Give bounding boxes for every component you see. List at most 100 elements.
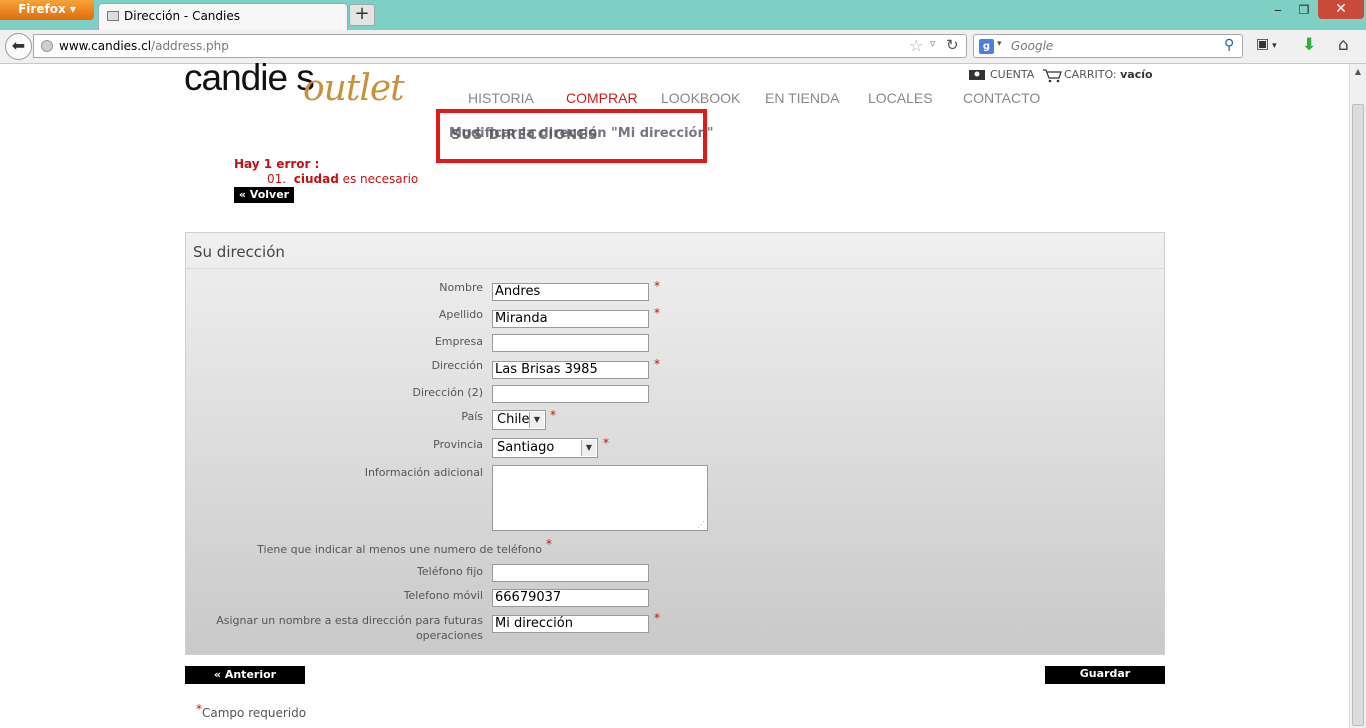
tel-movil-field[interactable]: 66679037 <box>492 589 649 607</box>
nombre-field[interactable]: Andres <box>492 283 649 301</box>
globe-icon <box>41 40 53 52</box>
downloads-button[interactable]: ⬇ <box>1302 35 1316 55</box>
anterior-button[interactable]: « Anterior <box>185 666 305 684</box>
menu-locales[interactable]: LOCALES <box>868 90 933 106</box>
tab-title: Dirección - Candies <box>124 9 240 23</box>
error-title: Hay 1 error : <box>234 157 320 171</box>
form-title: Su dirección <box>193 243 285 261</box>
vertical-scrollbar[interactable]: ▲ <box>1349 64 1366 728</box>
new-tab-button[interactable]: + <box>349 4 375 26</box>
provincia-value: Santiago <box>497 440 555 455</box>
url-host: www.candies.cl <box>59 39 152 53</box>
nombre-label: Nombre <box>439 281 483 294</box>
minimize-button[interactable]: ‒ <box>1266 2 1290 18</box>
tel-fijo-field[interactable] <box>492 564 649 582</box>
empresa-field[interactable] <box>492 334 649 352</box>
history-dropdown-icon[interactable]: ▿ <box>930 37 936 50</box>
direccion2-label: Dirección (2) <box>412 386 483 399</box>
close-window-button[interactable]: ✕ <box>1318 0 1364 19</box>
url-path: /address.php <box>151 39 229 53</box>
required-note: *Campo requerido <box>196 702 307 720</box>
required-mark: * <box>546 537 552 551</box>
download-arrow-icon: ⬇ <box>1302 35 1317 55</box>
menu-en-tienda[interactable]: EN TIENDA <box>765 90 839 106</box>
pais-label: País <box>461 410 483 423</box>
search-engine-dropdown-icon[interactable]: ▾ <box>997 39 1002 49</box>
restore-button[interactable]: ❐ <box>1292 2 1316 18</box>
account-label: CUENTA <box>990 68 1035 81</box>
site-logo[interactable]: candie s <box>184 57 315 99</box>
direccion2-field[interactable] <box>492 385 649 403</box>
error-field: ciudad <box>293 172 339 186</box>
bookmarks-menu-button[interactable]: ▣ ▾ <box>1256 36 1286 56</box>
error-item: 01. ciudad es necesario <box>267 172 418 186</box>
menu-lookbook[interactable]: LOOKBOOK <box>661 90 740 106</box>
info-label: Información adicional <box>364 466 483 479</box>
cart-value: vacío <box>1120 68 1153 81</box>
reload-icon[interactable]: ↻ <box>946 36 959 54</box>
apellido-field[interactable]: Miranda <box>492 310 649 328</box>
resize-grip-icon[interactable]: ⋰ <box>697 520 705 529</box>
provincia-label: Provincia <box>433 438 483 451</box>
chevron-down-icon[interactable]: ▼ <box>529 412 544 428</box>
bookmark-star-icon[interactable]: ☆ <box>909 36 923 55</box>
tel-fijo-label: Teléfono fijo <box>417 565 483 578</box>
menu-comprar[interactable]: COMPRAR <box>566 90 638 106</box>
alias-label-line2: operaciones <box>415 629 483 642</box>
bookmarks-icon: ▣ <box>1256 36 1270 52</box>
search-bar[interactable]: g ▾ Google ⚲ <box>973 34 1243 58</box>
required-mark: * <box>654 357 660 371</box>
back-button[interactable]: ⬅ <box>5 33 32 60</box>
scrollbar-thumb[interactable] <box>1352 104 1364 726</box>
alias-label-line1: Asignar un nombre a esta dirección para … <box>216 614 483 627</box>
direccion-field[interactable]: Las Brisas 3985 <box>492 361 649 379</box>
cart-icon <box>1042 69 1062 83</box>
cart-label: CARRITO: <box>1064 68 1117 81</box>
direccion-label: Dirección <box>431 359 483 372</box>
required-mark: * <box>654 306 660 320</box>
menu-contacto[interactable]: CONTACTO <box>963 90 1040 106</box>
required-mark: * <box>654 611 660 625</box>
back-arrow-icon: ⬅ <box>11 36 26 55</box>
highlight-annotation-box <box>436 109 707 163</box>
phone-required-note: Tiene que indicar al menos une numero de… <box>257 543 542 556</box>
required-note-text: Campo requerido <box>202 706 307 720</box>
search-input[interactable]: Google <box>1011 39 1053 53</box>
empresa-label: Empresa <box>434 335 483 348</box>
firefox-menu-button[interactable]: Firefox ▾ <box>0 0 94 20</box>
chevron-down-icon: ▾ <box>1269 41 1277 51</box>
url-bar[interactable]: www.candies.cl/address.php ☆ ▿ ↻ <box>33 34 967 58</box>
alias-field[interactable]: Mi dirección <box>492 615 649 633</box>
info-textarea[interactable]: ⋰ <box>492 465 708 531</box>
error-number: 01. <box>267 172 287 186</box>
account-link[interactable]: CUENTA <box>968 68 1034 81</box>
google-icon[interactable]: g <box>979 39 994 54</box>
form-divider <box>185 268 1165 269</box>
volver-button[interactable]: « Volver <box>234 187 294 203</box>
search-icon[interactable]: ⚲ <box>1224 37 1234 53</box>
firefox-menu-label: Firefox <box>18 2 66 16</box>
tel-movil-label: Telefono móvil <box>403 589 483 602</box>
error-text: es necesario <box>342 172 419 186</box>
home-button[interactable]: ⌂ <box>1338 35 1349 55</box>
required-mark: * <box>654 279 660 293</box>
guardar-button[interactable]: Guardar <box>1045 666 1165 684</box>
apellido-label: Apellido <box>438 308 483 321</box>
chevron-down-icon[interactable]: ▼ <box>581 440 596 456</box>
required-mark: * <box>196 702 202 716</box>
provincia-select[interactable]: Santiago ▼ <box>492 438 598 458</box>
url-text: www.candies.cl/address.php <box>59 39 229 53</box>
home-icon: ⌂ <box>1338 35 1349 55</box>
scroll-up-arrow-icon[interactable]: ▲ <box>1350 64 1366 80</box>
pais-value: Chile <box>497 412 530 427</box>
browser-tab[interactable]: Dirección - Candies <box>98 3 348 30</box>
cart-link[interactable]: CARRITO: vacío <box>1042 68 1153 83</box>
required-mark: * <box>550 408 556 422</box>
site-logo-outlet: outlet <box>303 68 405 109</box>
account-icon <box>968 69 986 81</box>
browser-titlebar: Firefox ▾ Dirección - Candies + ‒ ❐ ✕ <box>0 0 1366 30</box>
required-mark: * <box>603 436 609 450</box>
menu-historia[interactable]: HISTORIA <box>468 90 534 106</box>
pais-select[interactable]: Chile ▼ <box>492 410 546 430</box>
page-icon <box>107 11 119 21</box>
